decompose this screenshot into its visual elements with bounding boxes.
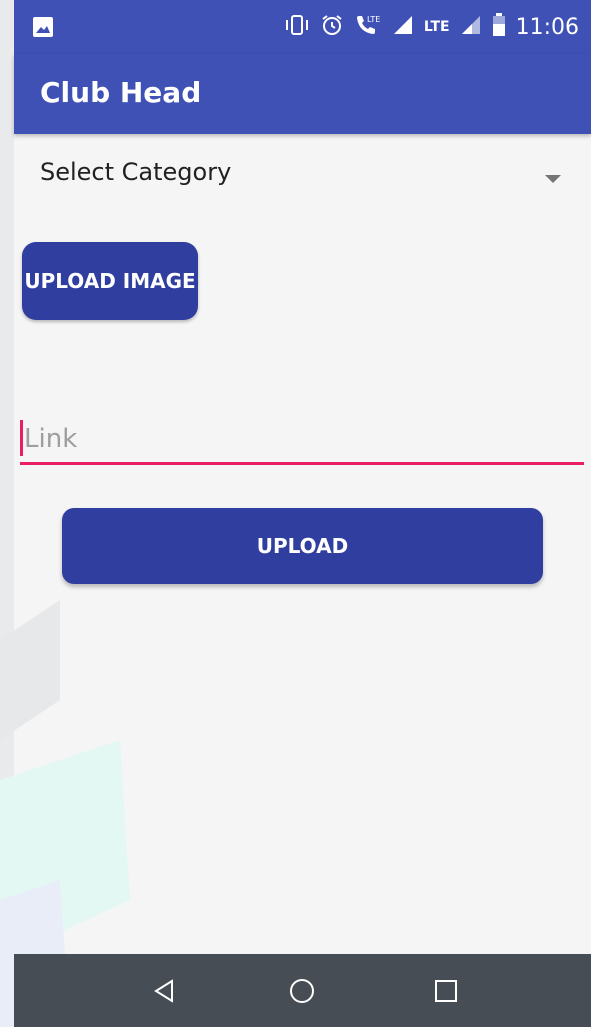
app-bar: Club Head — [14, 54, 591, 134]
link-field[interactable]: Link — [20, 420, 584, 466]
home-icon[interactable] — [282, 972, 322, 1010]
link-underline — [20, 462, 584, 465]
text-cursor — [20, 420, 23, 456]
recents-icon[interactable] — [426, 972, 466, 1010]
back-icon[interactable] — [144, 972, 184, 1010]
signal-icon — [460, 14, 482, 40]
clock: 11:06 — [515, 14, 579, 40]
category-spinner[interactable]: Select Category — [14, 134, 591, 214]
svg-text:LTE: LTE — [367, 15, 380, 24]
alarm-icon — [320, 13, 344, 41]
signal-icon — [392, 14, 414, 40]
image-icon — [32, 16, 54, 42]
app-title: Club Head — [40, 76, 202, 109]
upload-button[interactable]: UPLOAD — [62, 508, 543, 584]
vibrate-icon — [284, 14, 310, 40]
lte-call-icon: LTE — [354, 13, 382, 41]
content: Select Category UPLOAD IMAGE Link UPLOAD — [14, 134, 591, 954]
lte-label: LTE — [423, 19, 450, 35]
upload-image-button[interactable]: UPLOAD IMAGE — [22, 242, 198, 320]
dropdown-arrow-icon — [544, 169, 562, 188]
link-placeholder: Link — [24, 424, 78, 454]
status-bar: LTE LTE 11:06 — [14, 0, 591, 54]
battery-icon — [492, 13, 506, 41]
navigation-bar — [14, 954, 591, 1027]
category-spinner-value: Select Category — [40, 158, 232, 186]
